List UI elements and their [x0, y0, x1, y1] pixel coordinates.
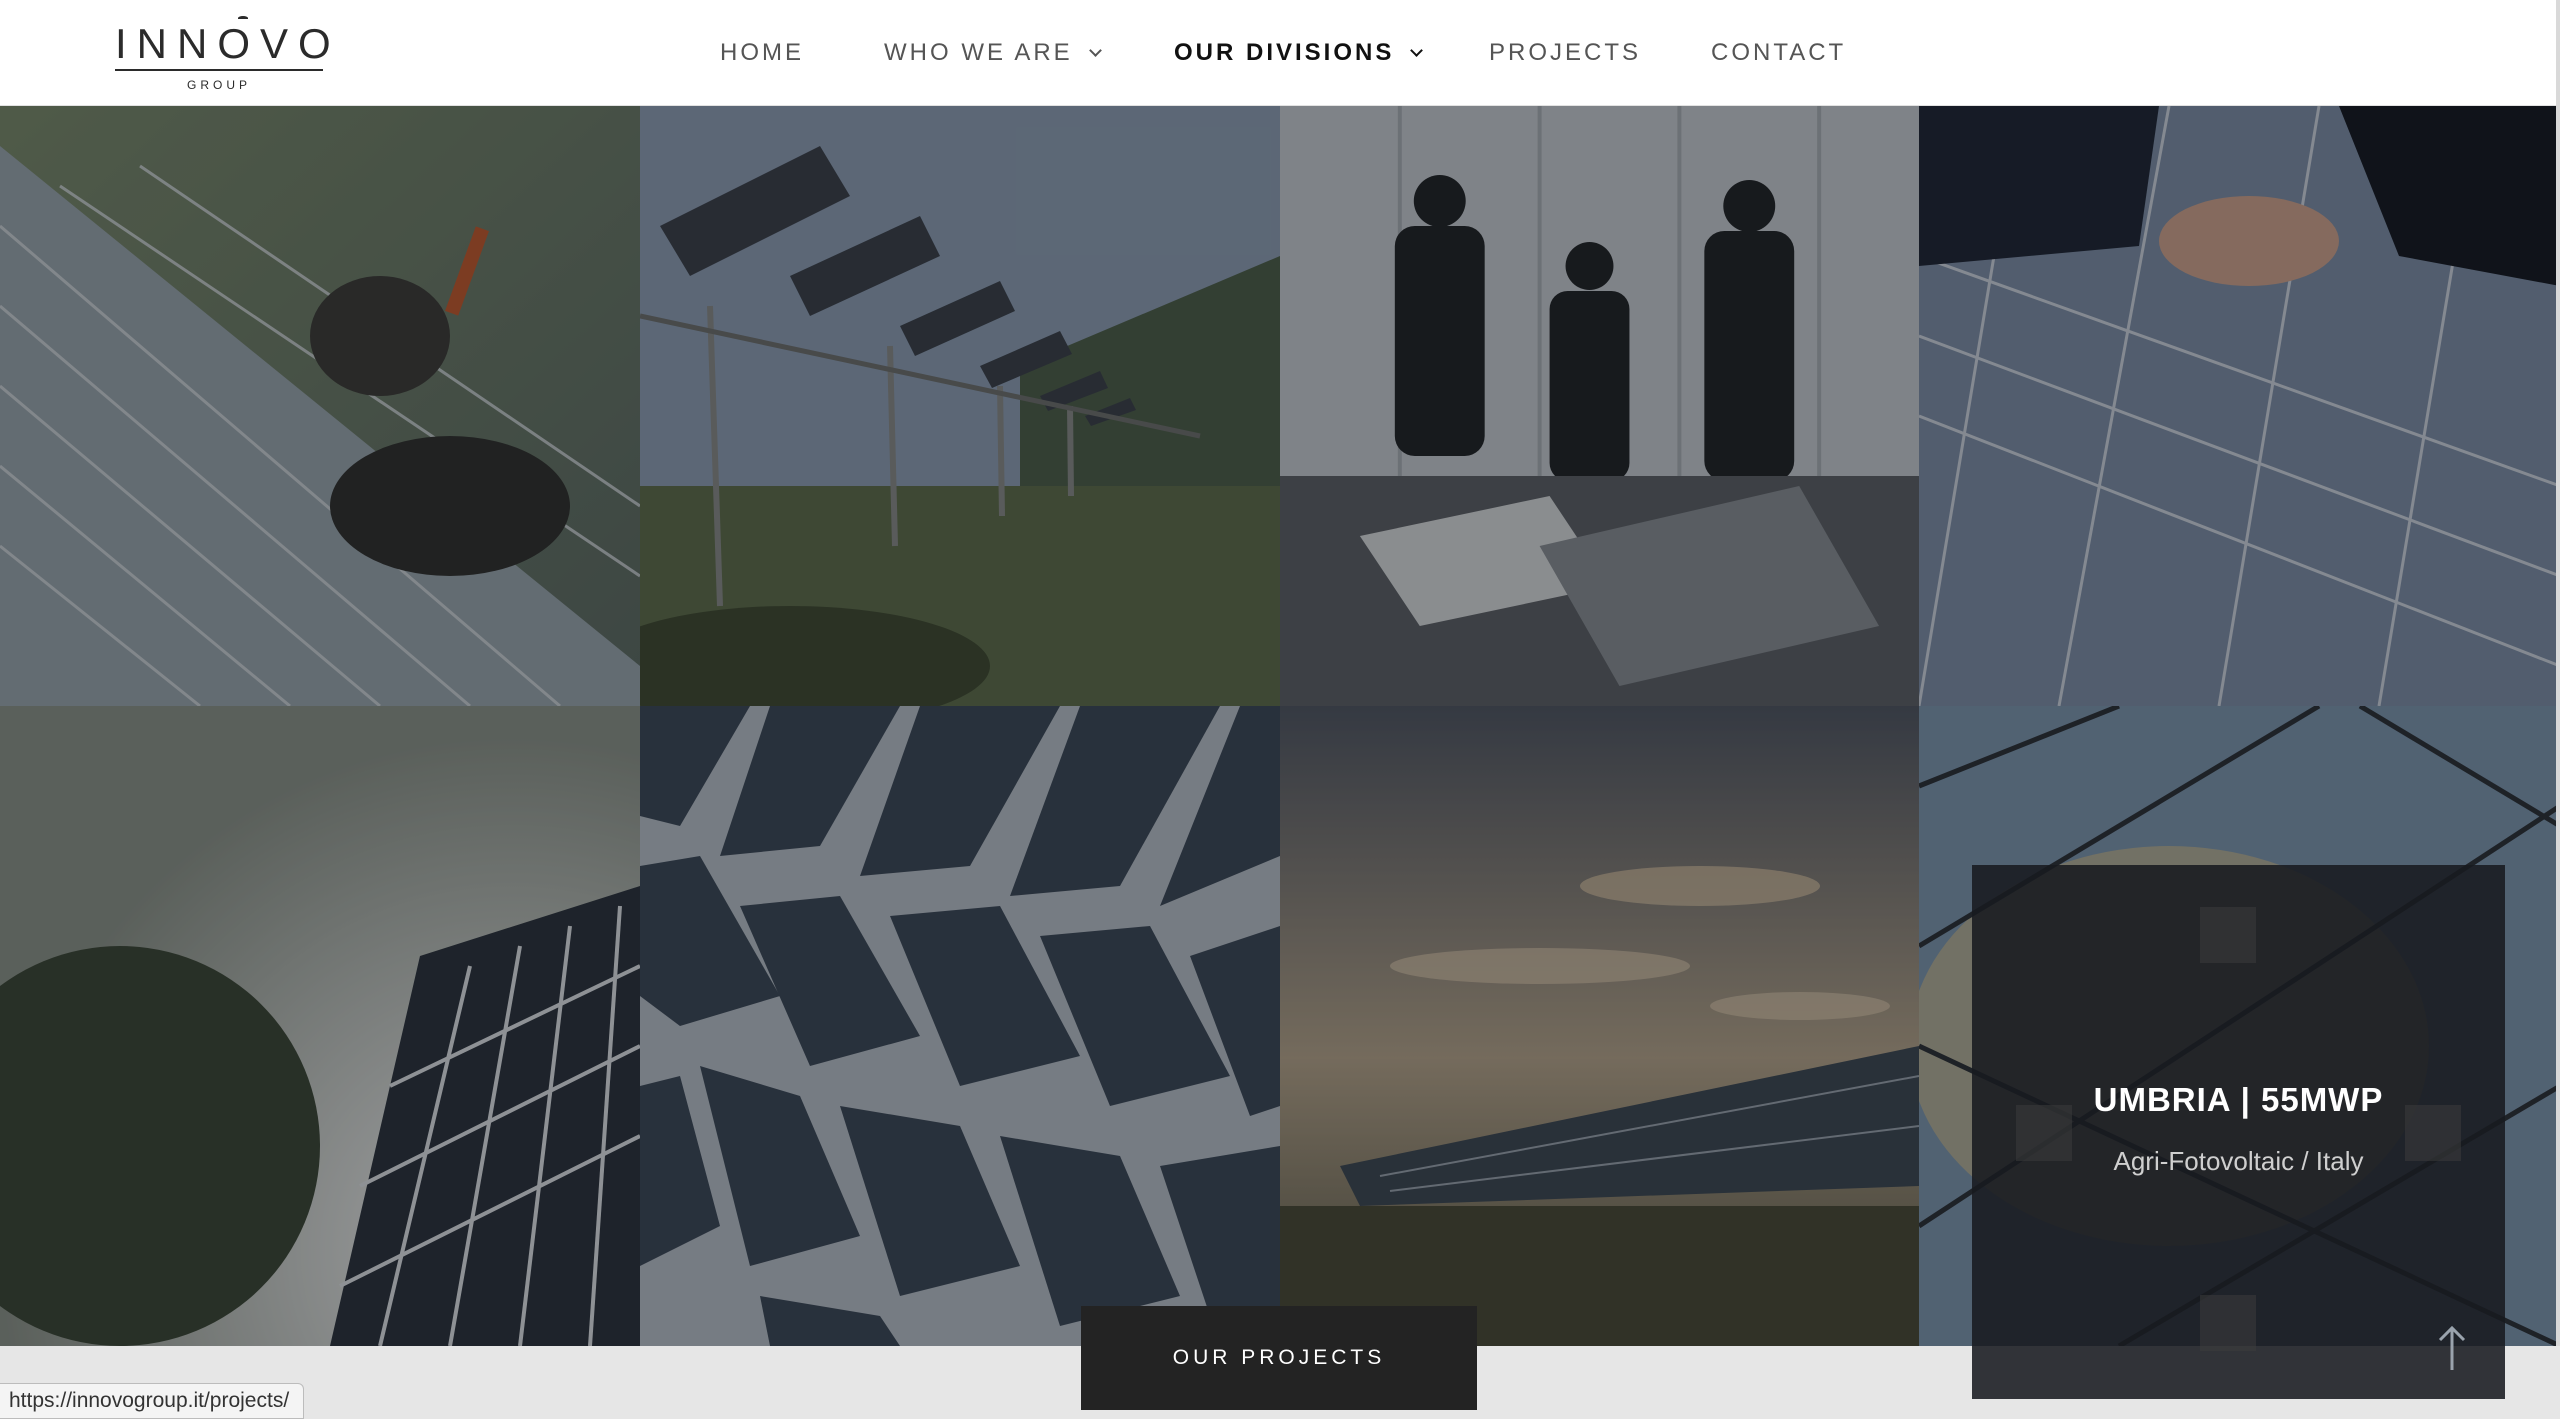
project-subtitle: Agri-Fotovoltaic / Italy	[2113, 1146, 2364, 1176]
project-tile[interactable]	[1919, 106, 2560, 706]
site-header: INNOVO GROUP HOME WHO WE ARE OUR DIVISIO…	[0, 0, 2560, 106]
project-tile[interactable]	[1280, 706, 1919, 1346]
window-edge	[2556, 0, 2560, 1346]
card-decoration	[2200, 907, 2256, 963]
solar-cells-closeup-image	[640, 706, 1280, 1346]
chevron-down-icon	[1410, 43, 1424, 57]
handshake-solar-image	[1919, 106, 2560, 706]
project-tile[interactable]	[1280, 106, 1919, 706]
project-tile[interactable]	[0, 706, 640, 1346]
chevron-down-icon	[1088, 43, 1102, 57]
main-nav: HOME WHO WE ARE OUR DIVISIONS PROJECTS C…	[0, 0, 2560, 106]
nav-contact-label: CONTACT	[1711, 39, 1847, 66]
nav-who-we-are-label: WHO WE ARE	[884, 39, 1073, 66]
project-title: UMBRIA | 55MWP	[2093, 1081, 2384, 1118]
agrivoltaic-structure-image	[640, 106, 1280, 706]
nav-projects[interactable]: PROJECTS	[1489, 38, 1641, 68]
sunlit-panels-image	[0, 706, 640, 1346]
projects-grid: UMBRIA | 55MWP Agri-Fotovoltaic / Italy	[0, 106, 2560, 1399]
project-hover-card[interactable]: UMBRIA | 55MWP Agri-Fotovoltaic / Italy	[1972, 865, 2505, 1399]
our-projects-button[interactable]: OUR PROJECTS	[1081, 1306, 1477, 1410]
nav-our-divisions-label: OUR DIVISIONS	[1174, 39, 1395, 66]
card-decoration	[2200, 1295, 2256, 1351]
nav-contact[interactable]: CONTACT	[1711, 38, 1846, 68]
business-meeting-image	[1280, 106, 1919, 706]
solar-panel-hands-image	[0, 106, 640, 706]
project-tile[interactable]	[0, 106, 640, 706]
nav-our-divisions[interactable]: OUR DIVISIONS	[1174, 38, 1424, 68]
nav-projects-label: PROJECTS	[1489, 39, 1642, 66]
nav-who-we-are[interactable]: WHO WE ARE	[884, 38, 1102, 68]
arrow-up-icon[interactable]	[2432, 1322, 2472, 1372]
project-tile[interactable]	[640, 706, 1280, 1346]
solar-field-sunset-image	[1280, 706, 1919, 1346]
nav-home-label: HOME	[720, 39, 804, 66]
nav-home[interactable]: HOME	[720, 38, 804, 68]
project-tile[interactable]	[640, 106, 1280, 706]
browser-status-url: https://innovogroup.it/projects/	[0, 1383, 305, 1419]
